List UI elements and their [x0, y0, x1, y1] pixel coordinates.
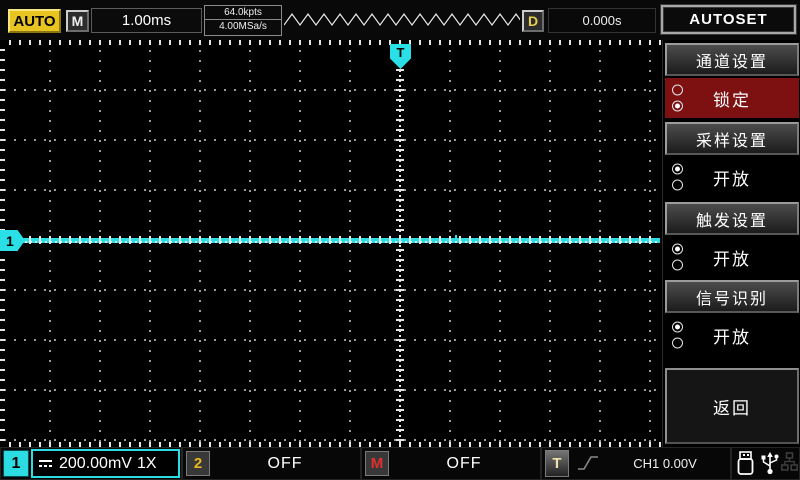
menu-label: 开放 — [713, 245, 751, 270]
trigger-open-option[interactable]: 开放 — [665, 237, 799, 277]
radio-off — [672, 260, 683, 271]
channel1-scale: 200.00mV — [59, 455, 132, 473]
menu-label: 采样设置 — [696, 127, 768, 151]
timebase-value: 1.00ms — [91, 8, 202, 33]
memory-sample-box: 64.0kpts 4.00MSa/s — [204, 5, 282, 36]
menu-label: 通道设置 — [696, 48, 768, 72]
radio-group — [672, 322, 683, 349]
sample-rate: 4.00MSa/s — [205, 20, 281, 34]
radio-group — [672, 244, 683, 271]
trigger-settings-button[interactable]: 触发设置 — [665, 202, 799, 235]
back-button[interactable]: 返回 — [665, 368, 799, 444]
menu-label: 触发设置 — [696, 207, 768, 231]
lock-option[interactable]: 锁定 — [665, 78, 799, 118]
rising-edge-icon — [576, 453, 600, 473]
radio-group — [672, 164, 683, 191]
channel2-badge[interactable]: 2 — [186, 451, 210, 476]
timebase-badge: M — [66, 10, 89, 32]
usb-device-icon — [736, 451, 755, 476]
radio-off — [672, 85, 683, 96]
graticule — [0, 40, 662, 447]
menu-label: 开放 — [713, 323, 751, 348]
math-status: OFF — [389, 447, 539, 480]
trigger-source-level: CH1 0.00V — [600, 447, 730, 480]
soft-menu: 通道设置 锁定 采样设置 开放 触发设置 开放 — [662, 40, 800, 447]
channel1-probe: 1X — [137, 455, 157, 473]
channel2-status: OFF — [210, 447, 360, 480]
sampling-open-option[interactable]: 开放 — [665, 157, 799, 197]
menu-label: 信号识别 — [696, 285, 768, 309]
channel1-status-box[interactable]: 200.00mV 1X — [31, 449, 180, 478]
dc-coupling-icon — [38, 458, 54, 470]
menu-label: 锁定 — [713, 86, 751, 111]
radio-on — [672, 244, 683, 255]
radio-on — [672, 322, 683, 333]
autoset-button[interactable]: AUTOSET — [661, 5, 796, 34]
acquisition-mode-badge: AUTO — [8, 9, 61, 33]
channel1-badge[interactable]: 1 — [3, 450, 29, 477]
usb-host-icon — [759, 451, 781, 476]
lan-icon — [781, 451, 798, 474]
signal-id-open-option[interactable]: 开放 — [665, 315, 799, 355]
menu-label: 返回 — [713, 394, 751, 419]
sampling-settings-button[interactable]: 采样设置 — [665, 122, 799, 155]
menu-label: 开放 — [713, 165, 751, 190]
radio-on — [672, 164, 683, 175]
oscilloscope-screen: AUTO M 1.00ms 64.0kpts 4.00MSa/s D 0.000… — [0, 0, 800, 480]
radio-on — [672, 101, 683, 112]
trigger-delay-value: 0.000s — [548, 8, 656, 33]
trigger-badge[interactable]: T — [545, 450, 569, 477]
memory-depth: 64.0kpts — [205, 6, 281, 20]
signal-id-button[interactable]: 信号识别 — [665, 280, 799, 313]
delay-badge: D — [522, 10, 544, 32]
math-badge[interactable]: M — [365, 451, 389, 476]
radio-off — [672, 180, 683, 191]
radio-off — [672, 338, 683, 349]
waveform-display: 1 T — [0, 40, 662, 447]
top-status-bar: AUTO M 1.00ms 64.0kpts 4.00MSa/s D 0.000… — [0, 0, 800, 40]
bottom-status-bar: 1 200.00mV 1X 2 OFF M OFF T CH1 0.00V — [0, 447, 800, 480]
waveform-preview-icon — [284, 11, 520, 29]
channel-settings-button[interactable]: 通道设置 — [665, 43, 799, 76]
radio-group — [672, 85, 683, 112]
